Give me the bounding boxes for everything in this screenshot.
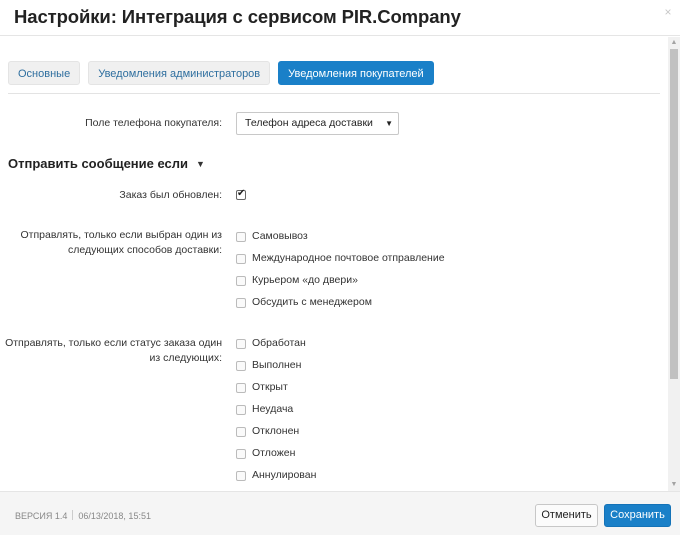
vertical-scrollbar[interactable]: ▲ ▼ <box>668 37 680 491</box>
status-option-label: Аннулирован <box>252 469 317 481</box>
status-option-label: Отложен <box>252 447 296 459</box>
version-label: ВЕРСИЯ 1.4 <box>15 511 68 521</box>
dialog-header: Настройки: Интеграция с сервисом PIR.Com… <box>0 0 680 36</box>
send-condition-section-toggle[interactable]: Отправить сообщение если ▼ <box>8 156 205 171</box>
delivery-option-checkbox[interactable] <box>236 298 246 308</box>
status-option-label: Отклонен <box>252 425 300 437</box>
save-button[interactable]: Сохранить <box>604 504 671 527</box>
tab-general[interactable]: Основные <box>8 61 81 85</box>
status-option-checkbox[interactable] <box>236 339 246 349</box>
status-option-label: Открыт <box>252 381 288 393</box>
scroll-up-icon[interactable]: ▲ <box>670 39 678 47</box>
dialog-footer: ВЕРСИЯ 1.4 06/13/2018, 15:51 Отменить Сох… <box>0 491 680 535</box>
delivery-option-label: Самовывоз <box>252 230 308 242</box>
status-option-checkbox[interactable] <box>236 361 246 371</box>
close-icon[interactable]: × <box>662 6 674 18</box>
caret-down-icon: ▼ <box>196 159 205 169</box>
status-option-checkbox[interactable] <box>236 471 246 481</box>
version-date: 06/13/2018, 15:51 <box>78 511 151 521</box>
delivery-option-checkbox[interactable] <box>236 232 246 242</box>
phone-field-label: Поле телефона покупателя: <box>85 117 222 129</box>
delivery-option-label: Курьером «до двери» <box>252 274 358 286</box>
tab-admin-notifications[interactable]: Уведомления администраторов <box>88 61 271 85</box>
cancel-button[interactable]: Отменить <box>535 504 598 527</box>
delivery-option-label: Международное почтовое отправление <box>252 252 445 264</box>
delivery-option-checkbox[interactable] <box>236 276 246 286</box>
tab-customer-notifications[interactable]: Уведомления покупателей <box>278 61 434 85</box>
status-option-checkbox[interactable] <box>236 449 246 459</box>
tab-bar: Основные Уведомления администраторов Уве… <box>8 61 434 85</box>
phone-field-value: Телефон адреса доставки <box>245 117 373 129</box>
status-option-label: Обработан <box>252 337 306 349</box>
version-separator <box>72 510 74 520</box>
order-statuses-label: Отправлять, только если статус заказа од… <box>5 337 222 364</box>
status-option-checkbox[interactable] <box>236 405 246 415</box>
order-updated-label: Заказ был обновлен: <box>119 189 222 201</box>
status-option-label: Неудача <box>252 403 294 415</box>
delivery-option-checkbox[interactable] <box>236 254 246 264</box>
status-option-label: Выполнен <box>252 359 302 371</box>
scrollbar-thumb[interactable] <box>670 49 678 379</box>
order-updated-checkbox[interactable] <box>236 188 246 200</box>
tabs-divider <box>8 93 660 94</box>
delivery-methods-label: Отправлять, только если выбран один из с… <box>20 229 223 256</box>
dialog-content: Основные Уведомления администраторов Уве… <box>0 37 668 491</box>
phone-field-select[interactable]: Телефон адреса доставки ▼ <box>236 112 399 135</box>
dialog-title: Настройки: Интеграция с сервисом PIR.Com… <box>14 6 461 27</box>
scroll-down-icon[interactable]: ▼ <box>670 481 678 489</box>
chevron-down-icon: ▼ <box>385 119 393 128</box>
delivery-option-label: Обсудить с менеджером <box>252 296 372 308</box>
version-info: ВЕРСИЯ 1.4 06/13/2018, 15:51 <box>15 510 151 521</box>
status-option-checkbox[interactable] <box>236 427 246 437</box>
section-title: Отправить сообщение если <box>8 156 189 171</box>
status-option-checkbox[interactable] <box>236 383 246 393</box>
